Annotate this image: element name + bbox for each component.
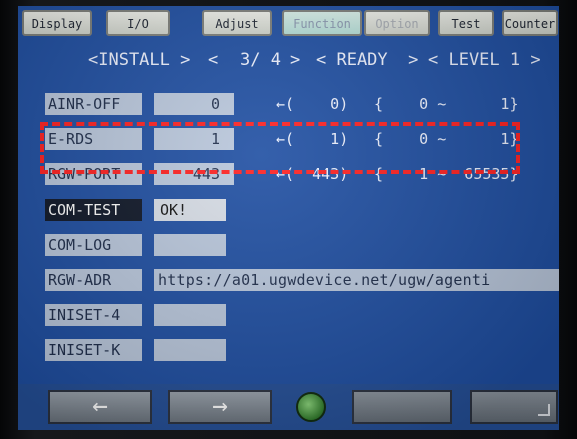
page-indicator: 3/ 4 — [240, 50, 281, 70]
highlight-annotation — [40, 122, 520, 174]
tab-option[interactable]: Option — [364, 10, 430, 36]
com-log-value[interactable] — [154, 234, 226, 256]
bottom-bar: ← → — [18, 384, 559, 430]
iniset-k-value[interactable] — [154, 339, 226, 361]
next-page-button[interactable]: > — [290, 50, 300, 70]
tab-bar: Display I/O Adjust Function Option Test … — [18, 6, 559, 42]
left-arrow-icon: ← — [92, 391, 108, 421]
tab-display[interactable]: Display — [22, 10, 92, 36]
rgw-adr-label: RGW-ADR — [45, 269, 142, 291]
com-test-value[interactable]: OK! — [154, 199, 226, 221]
status-led-icon — [296, 392, 326, 422]
com-test-label: COM-TEST — [45, 199, 142, 221]
iniset-4-value[interactable] — [154, 304, 226, 326]
ainr-off-default: ←( 0) — [276, 95, 349, 113]
tab-adjust[interactable]: Adjust — [202, 10, 272, 36]
ainr-off-label: AINR-OFF — [45, 93, 142, 115]
corner-icon — [538, 404, 550, 416]
ainr-off-value[interactable]: 0 — [154, 93, 234, 115]
tab-io[interactable]: I/O — [106, 10, 170, 36]
touch-screen: Display I/O Adjust Function Option Test … — [18, 6, 559, 430]
page-navigation: <INSTALL > < 3/ 4 > < READY > < LEVEL 1 … — [18, 46, 559, 74]
level-selector[interactable]: < LEVEL 1 > — [428, 50, 541, 70]
back-button[interactable]: ← — [48, 390, 152, 424]
install-nav[interactable]: <INSTALL > — [88, 50, 190, 70]
iniset-k-label: INISET-K — [45, 339, 142, 361]
iniset-4-label: INISET-4 — [45, 304, 142, 326]
prev-page-button[interactable]: < — [208, 50, 218, 70]
tab-test[interactable]: Test — [438, 10, 494, 36]
rgw-adr-value[interactable]: https://a01.ugwdevice.net/ugw/agenti — [154, 269, 559, 291]
right-arrow-icon: → — [212, 391, 228, 421]
ready-status[interactable]: < READY > — [316, 50, 418, 70]
blank-button-1[interactable] — [352, 390, 452, 424]
ainr-off-range: { 0 ~ 1} — [374, 95, 519, 113]
tab-function[interactable]: Function — [282, 10, 362, 36]
com-log-label: COM-LOG — [45, 234, 142, 256]
tab-counter[interactable]: Counter — [502, 10, 558, 36]
blank-button-2[interactable] — [470, 390, 558, 424]
forward-button[interactable]: → — [168, 390, 272, 424]
